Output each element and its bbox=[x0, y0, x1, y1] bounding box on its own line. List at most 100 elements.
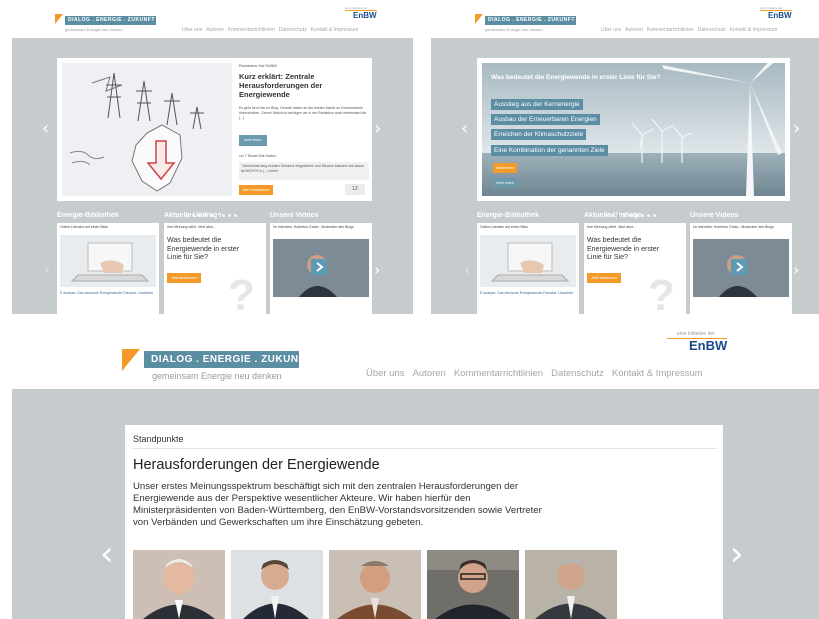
kicker-divider bbox=[133, 448, 717, 449]
section-title-videos: Unsere Videos bbox=[270, 212, 319, 219]
poll-card[interactable]: Ihre Meinung zählt. Jetzt abst... Was be… bbox=[164, 223, 266, 320]
video-subtitle: Im Interview: Hubertus Grass - Moderator… bbox=[693, 225, 774, 229]
poll-option-4[interactable]: Eine Kombination der genannten Ziele bbox=[491, 145, 608, 156]
nav-item-autoren[interactable]: Autoren bbox=[625, 27, 643, 33]
poll-option-1[interactable]: Ausstieg aus der Kernenergie bbox=[491, 99, 583, 110]
main-nav: Über uns Autoren Kommentarrichtlinien Daten… bbox=[182, 27, 358, 33]
play-icon[interactable] bbox=[731, 259, 747, 275]
laptop-image bbox=[480, 235, 576, 287]
stage: ‹ › Standpunkte Herausforderungen der En… bbox=[12, 389, 819, 619]
vote-button[interactable]: Abstimmen bbox=[493, 163, 517, 173]
chevron-right-icon[interactable]: › bbox=[793, 260, 799, 279]
portrait-photo-2[interactable] bbox=[231, 550, 323, 619]
nav-item-kontakt[interactable]: Kontakt & Impressum bbox=[612, 368, 703, 379]
chevron-left-icon[interactable]: ‹ bbox=[44, 260, 50, 279]
poll-question: Was bedeutet die Energiewende in erster … bbox=[587, 237, 659, 261]
poll-question: Was bedeutet die Energiewende in erster … bbox=[167, 237, 239, 261]
logo-flag-icon bbox=[475, 14, 483, 24]
standpunkte-card: Standpunkte Herausforderungen der Energi… bbox=[125, 425, 723, 619]
stage: ‹ › Redakteur Kai EnBW Kurz erklärt: Zen… bbox=[12, 38, 413, 320]
enbw-initiative: eine Initiative der bbox=[677, 331, 715, 337]
logo-title: DIALOG . ENERGIE . ZUKUNFT bbox=[144, 351, 299, 368]
screenshot-bottom: DIALOG . ENERGIE . ZUKUNFT gemeinsam Ene… bbox=[0, 314, 819, 619]
portrait-photo-1[interactable] bbox=[133, 550, 225, 619]
library-subtitle: Online-Literatur auf einen Blick bbox=[480, 225, 528, 229]
logo-title: DIALOG . ENERGIE . ZUKUNFT bbox=[65, 16, 156, 25]
enbw-logo[interactable]: EnBW bbox=[345, 10, 377, 20]
chevron-left-icon[interactable]: ‹ bbox=[464, 260, 470, 279]
logo-tagline: gemeinsam Energie neu denken bbox=[65, 27, 123, 32]
poll-vote-button[interactable]: Jetzt abstimmen bbox=[167, 273, 201, 283]
nav-item-kommentarrichtlinien[interactable]: Kommentarrichtlinien bbox=[454, 368, 543, 379]
video-card[interactable]: Im Interview: Hubertus Grass - Moderator… bbox=[690, 223, 792, 314]
library-card[interactable]: Online-Literatur auf einen Blick E analy… bbox=[477, 223, 579, 314]
section-title-library: Energie-Bibliothek bbox=[57, 212, 119, 219]
post-title[interactable]: Kurz erklärt: Zentrale Herausforderungen… bbox=[239, 72, 364, 99]
section-title-library: Energie-Bibliothek bbox=[477, 212, 539, 219]
library-caption[interactable]: E analyse: Das deutsche Energiewende-Par… bbox=[60, 291, 156, 296]
chevron-left-icon[interactable]: ‹ bbox=[461, 118, 468, 139]
logo-flag-icon bbox=[55, 14, 63, 24]
logo-tagline: gemeinsam Energie neu denken bbox=[485, 27, 543, 32]
poll-subtitle: Ihre Meinung zählt. Jetzt abst... bbox=[587, 225, 636, 229]
logo-tagline: gemeinsam Energie neu denken bbox=[152, 371, 282, 381]
post-excerpt: Es geht heut hier im Blog. Gerade haben … bbox=[239, 106, 367, 120]
screenshot-top-right: DIALOG . ENERGIE . ZUKUNFT gemeinsam Ene… bbox=[419, 0, 819, 320]
nav-item-kontakt[interactable]: Kontakt & Impressum bbox=[730, 27, 778, 33]
logo-title: DIALOG . ENERGIE . ZUKUNFT bbox=[485, 16, 576, 25]
chevron-right-icon[interactable]: › bbox=[730, 537, 744, 571]
logo-flag-icon bbox=[122, 349, 140, 371]
nav-item-ueber-uns[interactable]: Über uns bbox=[182, 27, 202, 33]
main-nav: Über uns Autoren Kommentarrichtlinien Daten… bbox=[601, 27, 777, 33]
author-line: Redakteur Kai EnBW bbox=[239, 63, 277, 68]
comment-excerpt: "Jahrzehnte lang wurden Gewinne eingefah… bbox=[239, 162, 369, 180]
portrait-photo-4[interactable] bbox=[427, 550, 519, 619]
enbw-logo[interactable]: EnBW bbox=[667, 338, 728, 353]
library-caption[interactable]: E analyse: Das deutsche Energiewende-Par… bbox=[480, 291, 576, 296]
play-icon[interactable] bbox=[311, 259, 327, 275]
library-card[interactable]: Online-Literatur auf einen Blick E analy… bbox=[57, 223, 159, 314]
poll-card[interactable]: Ihre Meinung zählt. Jetzt abst... Was be… bbox=[584, 223, 686, 320]
comment-count-badge: 12 bbox=[345, 184, 365, 195]
nav-item-datenschutz[interactable]: Datenschutz bbox=[551, 368, 604, 379]
read-more-button[interactable]: mehr lesen bbox=[493, 178, 517, 188]
main-nav: Über uns Autoren Kommentarrichtlinien Daten… bbox=[366, 368, 703, 379]
nav-item-kommentarrichtlinien[interactable]: Kommentarrichtlinien bbox=[647, 27, 694, 33]
section-kicker: Standpunkte bbox=[133, 434, 184, 444]
chevron-right-icon[interactable]: › bbox=[374, 260, 380, 279]
blog-teaser-card: Redakteur Kai EnBW Kurz erklärt: Zentral… bbox=[57, 58, 372, 201]
chevron-left-icon[interactable]: ‹ bbox=[42, 118, 49, 139]
poll-hero-card: Was bedeutet die Energiewende in erster … bbox=[477, 58, 790, 201]
chevron-right-icon[interactable]: › bbox=[374, 118, 381, 139]
nav-item-autoren[interactable]: Autoren bbox=[206, 27, 224, 33]
chevron-right-icon[interactable]: › bbox=[793, 118, 800, 139]
nav-item-datenschutz[interactable]: Datenschutz bbox=[279, 27, 307, 33]
nav-item-kontakt[interactable]: Kontakt & Impressum bbox=[311, 27, 359, 33]
poll-subtitle: Ihre Meinung zählt. Jetzt abst... bbox=[167, 225, 216, 229]
section-title-poll: Aktuelle Umfrage bbox=[584, 212, 642, 219]
section-title-poll: Aktuelle Umfrage bbox=[164, 212, 222, 219]
nav-item-ueber-uns[interactable]: Über uns bbox=[366, 368, 405, 379]
poll-option-2[interactable]: Ausbau der Erneuerbaren Energien bbox=[491, 114, 600, 125]
poll-option-3[interactable]: Erreichen der Klimaschutzziele bbox=[491, 129, 587, 140]
page-title: Herausforderungen der Energiewende bbox=[133, 457, 380, 473]
chevron-left-icon[interactable]: ‹ bbox=[100, 537, 114, 571]
nav-item-ueber-uns[interactable]: Über uns bbox=[601, 27, 621, 33]
nav-item-autoren[interactable]: Autoren bbox=[413, 368, 446, 379]
nav-item-datenschutz[interactable]: Datenschutz bbox=[698, 27, 726, 33]
all-comments-button[interactable]: Alle Kommentare bbox=[239, 185, 273, 195]
read-more-button[interactable]: mehr lesen bbox=[239, 135, 267, 146]
portrait-photo-5[interactable] bbox=[525, 550, 617, 619]
enbw-logo[interactable]: EnBW bbox=[760, 10, 792, 20]
portrait-photo-3[interactable] bbox=[329, 550, 421, 619]
section-title-videos: Unsere Videos bbox=[690, 212, 739, 219]
library-subtitle: Online-Literatur auf einen Blick bbox=[60, 225, 108, 229]
comment-meta: vor 7 Monat Dirk Halser: bbox=[239, 154, 277, 158]
video-card[interactable]: Im Interview: Hubertus Grass - Moderator… bbox=[270, 223, 372, 314]
poll-vote-button[interactable]: Jetzt abstimmen bbox=[587, 273, 621, 283]
video-subtitle: Im Interview: Hubertus Grass - Moderator… bbox=[273, 225, 354, 229]
intro-text: Unser erstes Meinungsspektrum beschäftig… bbox=[133, 481, 542, 528]
poll-hero-question: Was bedeutet die Energiewende in erster … bbox=[491, 74, 661, 81]
energiewende-illustration[interactable] bbox=[62, 63, 232, 196]
nav-item-kommentarrichtlinien[interactable]: Kommentarrichtlinien bbox=[228, 27, 275, 33]
